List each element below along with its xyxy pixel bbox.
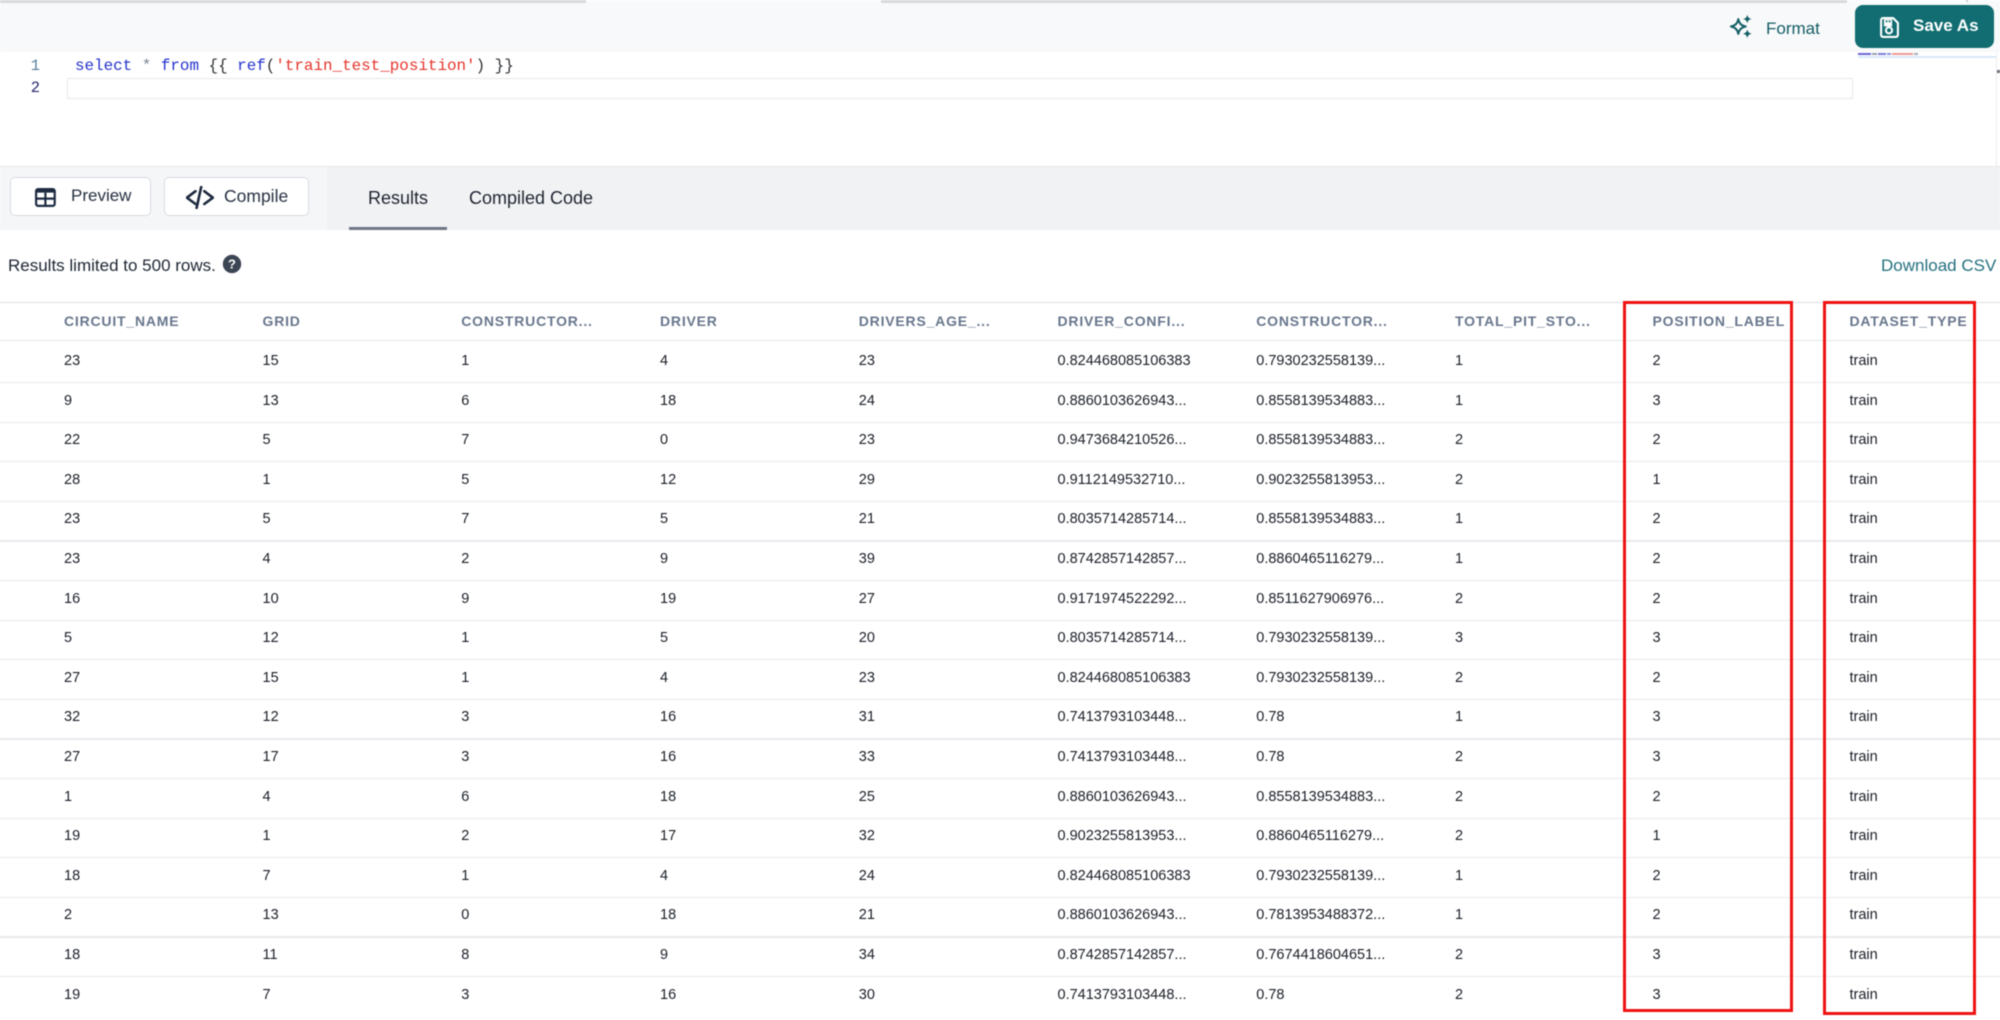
svg-text:?: ? <box>228 256 236 271</box>
